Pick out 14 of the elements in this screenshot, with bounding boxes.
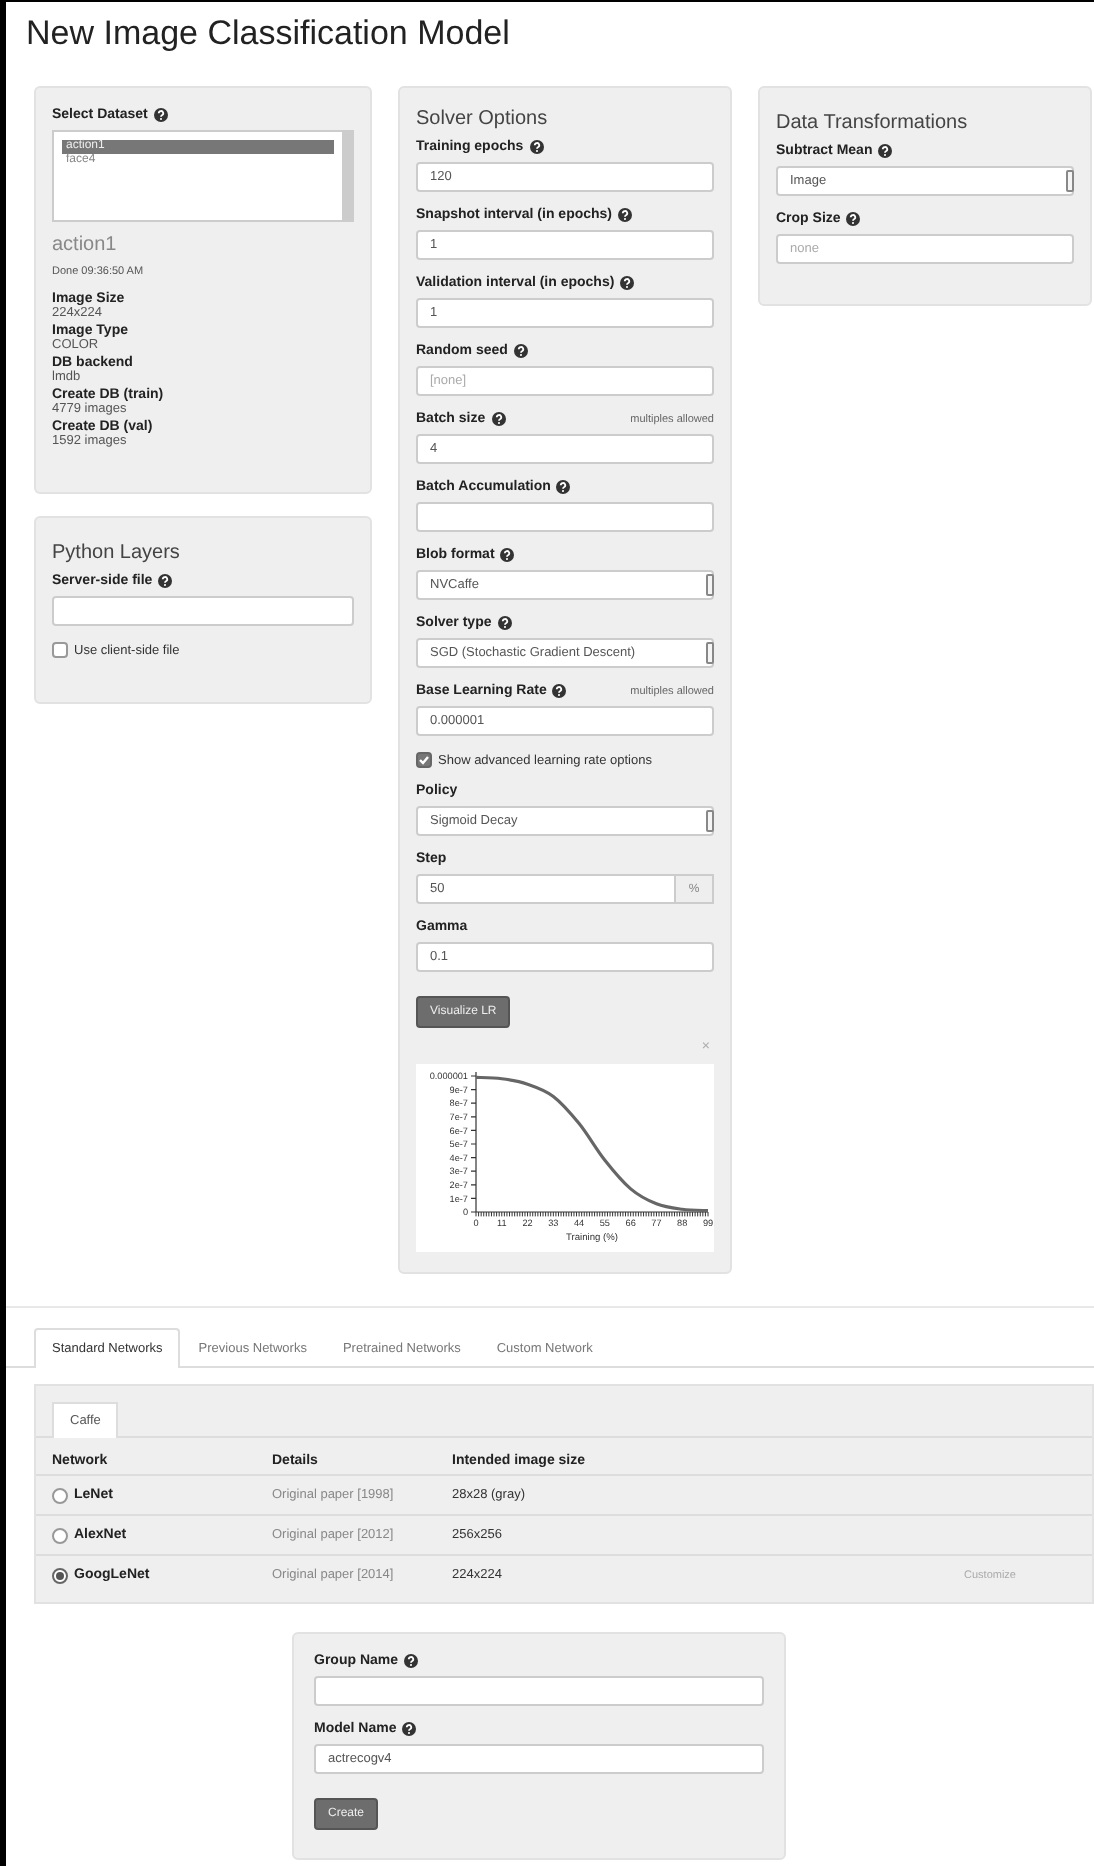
input-field[interactable] <box>52 596 354 626</box>
radio-button[interactable] <box>52 1527 68 1543</box>
panel-heading: Solver Options <box>416 108 550 130</box>
panel-heading: Python Layers <box>52 542 182 564</box>
panel-heading: Data Transformations <box>776 112 970 134</box>
checkbox[interactable] <box>52 642 68 658</box>
dataset-name: action1 <box>52 234 119 256</box>
page-title: New Image Classification Model <box>24 12 512 56</box>
input-field[interactable] <box>314 1676 764 1706</box>
input-field[interactable] <box>416 502 714 532</box>
radio-button[interactable] <box>52 1567 68 1583</box>
checkbox[interactable] <box>416 752 432 768</box>
radio-button[interactable] <box>52 1487 68 1503</box>
y-axis <box>470 1071 477 1213</box>
